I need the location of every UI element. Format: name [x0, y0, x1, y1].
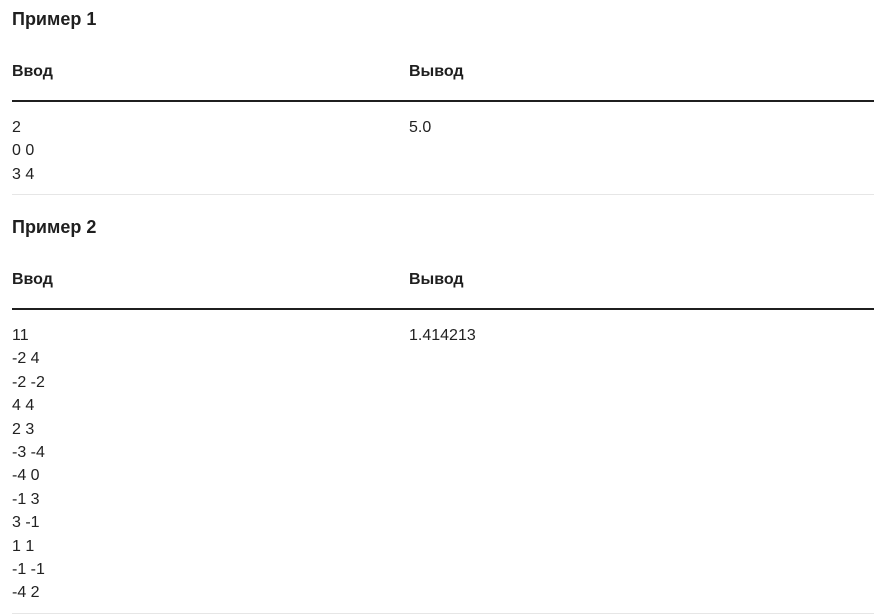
output-header: Вывод [409, 63, 464, 80]
input-line: -1 -1 [12, 561, 45, 579]
example-table: Ввод Вывод 11 -2 4 -2 -2 4 4 2 3 -3 -4 -… [12, 260, 874, 614]
example-2: Пример 2 Ввод Вывод 11 -2 4 -2 -2 4 4 2 … [12, 208, 874, 614]
input-line: 11 [12, 327, 29, 344]
example-table: Ввод Вывод 2 0 0 3 4 5.0 [12, 52, 874, 196]
example-1: Пример 1 Ввод Вывод 2 0 0 3 4 5.0 [12, 0, 874, 196]
input-line: 1 1 [12, 537, 35, 555]
example-title: Пример 1 [12, 9, 97, 29]
input-line: 0 0 [12, 142, 35, 160]
input-line: -4 0 [12, 467, 40, 485]
input-line: 4 4 [12, 397, 35, 415]
input-line: 3 -1 [12, 514, 40, 532]
input-cell[interactable]: 11 -2 4 -2 -2 4 4 2 3 -3 -4 -4 0 -1 3 3 … [12, 324, 409, 605]
table-body-row: 2 0 0 3 4 5.0 [12, 102, 874, 194]
input-cell[interactable]: 2 0 0 3 4 [12, 116, 409, 186]
input-line: 2 3 [12, 420, 35, 438]
output-header: Вывод [409, 271, 464, 288]
input-line: -2 4 [12, 350, 40, 368]
input-header: Ввод [12, 63, 53, 80]
output-line: 1.414213 [409, 327, 476, 344]
output-lines: 5.0 [409, 116, 874, 139]
input-lines: 11 -2 4 -2 -2 4 4 2 3 -3 -4 -4 0 -1 3 3 … [12, 324, 409, 605]
output-lines: 1.414213 [409, 324, 874, 347]
example-title: Пример 2 [12, 217, 97, 237]
input-line: 3 4 [12, 165, 35, 183]
table-header-row: Ввод Вывод [12, 260, 874, 310]
page: Пример 1 Ввод Вывод 2 0 0 3 4 5.0 Пример… [0, 0, 879, 614]
input-line: 2 [12, 119, 21, 136]
output-cell[interactable]: 5.0 [409, 116, 874, 186]
input-header: Ввод [12, 271, 53, 288]
table-body-row: 11 -2 4 -2 -2 4 4 2 3 -3 -4 -4 0 -1 3 3 … [12, 310, 874, 613]
input-line: -3 -4 [12, 444, 45, 462]
input-lines: 2 0 0 3 4 [12, 116, 409, 186]
input-line: -4 2 [12, 584, 40, 602]
output-line: 5.0 [409, 119, 432, 136]
input-line: -1 3 [12, 490, 40, 508]
input-line: -2 -2 [12, 373, 45, 391]
output-cell[interactable]: 1.414213 [409, 324, 874, 605]
table-header-row: Ввод Вывод [12, 52, 874, 102]
